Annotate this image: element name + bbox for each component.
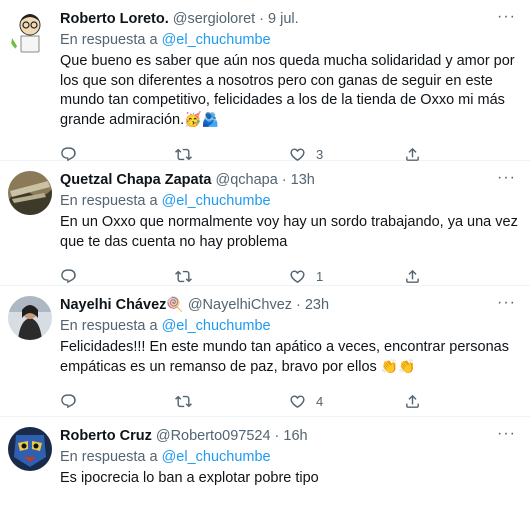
share-button[interactable] [404, 146, 519, 163]
reply-context: En respuesta a @el_chuchumbe [60, 191, 518, 211]
separator-dot: · [296, 297, 301, 313]
tweet-text-content: Es ipocrecia lo ban a explotar pobre tip… [60, 470, 319, 486]
more-icon[interactable]: ··· [497, 294, 516, 312]
avatar[interactable] [8, 171, 52, 215]
avatar[interactable] [8, 296, 52, 340]
author-handle[interactable]: @NayelhiChvez [188, 296, 292, 314]
avatar[interactable] [8, 10, 52, 54]
name-emoji: 🍭 [166, 297, 184, 313]
tweet-text: Es ipocrecia lo ban a explotar pobre tip… [60, 469, 518, 489]
reply-context: En respuesta a @el_chuchumbe [60, 316, 518, 336]
reply-prefix: En respuesta a [60, 193, 158, 209]
share-icon [405, 147, 419, 161]
like-count: 3 [316, 146, 324, 162]
author-handle[interactable]: @qchapa [215, 171, 277, 189]
author-handle[interactable]: @Roberto097524 [156, 427, 271, 445]
like-count: 4 [316, 393, 324, 409]
tweet[interactable]: Roberto Loreto. @sergioloret · 9 jul. ··… [0, 0, 530, 163]
tweet[interactable]: Nayelhi Chávez 🍭 @NayelhiChvez · 23h ···… [0, 286, 530, 417]
reply-prefix: En respuesta a [60, 318, 158, 334]
more-icon[interactable]: ··· [497, 169, 516, 187]
retweet-button[interactable] [174, 393, 290, 410]
tweet-emoji: 👏👏 [380, 358, 416, 375]
retweet-button[interactable] [174, 146, 290, 163]
retweet-icon [174, 395, 192, 407]
author-name[interactable]: Nayelhi Chávez [60, 296, 166, 314]
share-button[interactable] [404, 393, 519, 410]
separator-dot: · [281, 172, 287, 188]
share-button[interactable] [404, 268, 519, 285]
tweet-text-content: Que bueno es saber que aún nos queda muc… [60, 53, 515, 128]
retweet-icon [174, 148, 192, 160]
like-icon [290, 147, 305, 161]
more-icon[interactable]: ··· [497, 425, 516, 443]
timestamp[interactable]: 9 jul. [268, 10, 299, 28]
retweet-icon [174, 270, 192, 282]
share-icon [405, 394, 419, 408]
timestamp[interactable]: 13h [291, 171, 315, 189]
reply-icon [61, 268, 76, 283]
tweet-text: En un Oxxo que normalmente voy hay un so… [60, 213, 518, 252]
timestamp[interactable]: 16h [283, 427, 307, 445]
author-name[interactable]: Roberto Cruz [60, 427, 152, 445]
more-icon[interactable]: ··· [497, 8, 516, 26]
tweet-text: Felicidades!!! En este mundo tan apático… [60, 338, 518, 377]
action-bar: 4 [60, 383, 518, 419]
author-handle[interactable]: @sergioloret [173, 10, 255, 28]
separator-dot: · [259, 11, 265, 27]
retweet-button[interactable] [174, 268, 290, 285]
tweet-emoji: 🥳🫂 [184, 111, 220, 128]
reply-prefix: En respuesta a [60, 449, 158, 465]
tweet-text-content: En un Oxxo que normalmente voy hay un so… [60, 214, 518, 250]
reply-context: En respuesta a @el_chuchumbe [60, 447, 518, 467]
reply-icon [61, 146, 76, 161]
share-icon [405, 269, 419, 283]
reply-button[interactable] [60, 268, 175, 285]
reply-button[interactable] [60, 146, 175, 163]
like-button[interactable]: 1 [289, 268, 404, 285]
author-name[interactable]: Roberto Loreto. [60, 10, 169, 28]
avatar[interactable] [8, 427, 52, 471]
like-icon [290, 269, 305, 283]
tweet-text-content: Felicidades!!! En este mundo tan apático… [60, 339, 509, 375]
reply-mention[interactable]: @el_chuchumbe [162, 193, 271, 209]
tweet[interactable]: Quetzal Chapa Zapata @qchapa · 13h ··· E… [0, 161, 530, 286]
like-icon [290, 394, 305, 408]
like-button[interactable]: 4 [289, 393, 404, 410]
reply-mention[interactable]: @el_chuchumbe [162, 32, 271, 48]
like-count: 1 [316, 268, 324, 284]
reply-context: En respuesta a @el_chuchumbe [60, 30, 518, 50]
tweet-text: Que bueno es saber que aún nos queda muc… [60, 52, 518, 130]
reply-button[interactable] [60, 393, 175, 410]
reply-icon [61, 393, 76, 408]
like-button[interactable]: 3 [289, 146, 404, 163]
tweet[interactable]: Roberto Cruz @Roberto097524 · 16h ··· En… [0, 417, 530, 523]
separator-dot: · [274, 428, 280, 444]
reply-prefix: En respuesta a [60, 32, 158, 48]
reply-mention[interactable]: @el_chuchumbe [162, 449, 271, 465]
author-name[interactable]: Quetzal Chapa Zapata [60, 171, 211, 189]
reply-mention[interactable]: @el_chuchumbe [162, 318, 271, 334]
timestamp[interactable]: 23h [305, 296, 329, 314]
